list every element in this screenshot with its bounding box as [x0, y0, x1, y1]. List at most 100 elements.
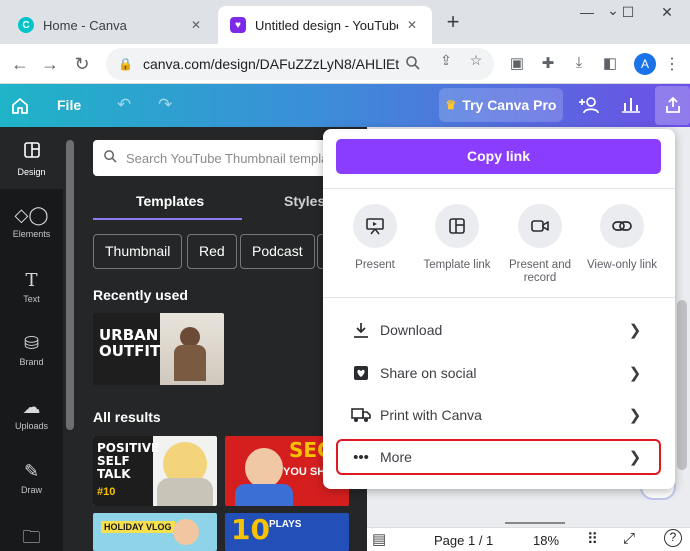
address-bar[interactable]: 🔒 canva.com/design/DAFuZZzLyN8/AHLlEt... [106, 48, 494, 80]
share-row-print-with-canva[interactable]: Print with Canva ❯ [336, 398, 661, 432]
close-tab-icon[interactable]: ✕ [188, 18, 204, 32]
share-option-template-link[interactable]: Template link [416, 204, 498, 272]
close-window-icon[interactable]: ✕ [652, 4, 682, 24]
tab-styles[interactable]: Styles [284, 193, 325, 209]
shapes-icon: ◇◯ [14, 205, 49, 225]
search-icon[interactable] [404, 55, 422, 73]
tab-home-canva[interactable]: C Home - Canva ✕ [6, 6, 216, 44]
thumb-title: HOLIDAY VLOG [101, 521, 175, 533]
redo-icon[interactable]: ↷ [158, 95, 172, 115]
forward-icon[interactable]: → [38, 52, 62, 76]
undo-icon[interactable]: ↶ [117, 95, 131, 115]
draw-icon: ✎ [23, 461, 40, 481]
browser-tabstrip: C Home - Canva ✕ ♥ Untitled design - You… [0, 0, 690, 44]
insights-chart-icon[interactable] [620, 95, 642, 117]
share-divider [323, 297, 675, 298]
thumb-title: URBAN OUTFIT [99, 326, 161, 360]
rail-label: Elements [12, 229, 51, 239]
filter-chip-red[interactable]: Red [187, 234, 237, 269]
record-icon [518, 204, 562, 248]
try-canva-pro-label: Try Canva Pro [462, 97, 557, 113]
side-panel-icon[interactable]: ◧ [600, 54, 620, 74]
fullscreen-icon[interactable]: ⤢ [623, 530, 635, 547]
rail-label: Brand [19, 357, 44, 367]
bookmark-star-icon[interactable]: ☆ [467, 52, 485, 70]
home-icon[interactable] [10, 96, 30, 116]
all-results-heading: All results [93, 409, 161, 425]
active-tab-indicator [93, 218, 242, 220]
share-row-share-on-social[interactable]: Share on social ❯ [336, 356, 661, 390]
share-button[interactable] [655, 86, 690, 125]
template-search-box[interactable] [93, 140, 333, 176]
filter-chip-podcast[interactable]: Podcast [240, 234, 315, 269]
try-canva-pro-button[interactable]: ♛ Try Canva Pro [439, 88, 563, 122]
option-label: Present and record [508, 259, 571, 284]
rail-item-folder[interactable]: 🗀 [0, 525, 63, 551]
add-people-icon[interactable] [579, 95, 601, 117]
screenshot-icon[interactable]: ▣ [507, 54, 527, 74]
panel-scrollbar-thumb[interactable] [66, 140, 74, 430]
zoom-level[interactable]: 18% [533, 533, 559, 548]
tab-untitled-design[interactable]: ♥ Untitled design - YouTube Th ✕ [218, 6, 432, 44]
link-icon [600, 204, 644, 248]
page-indicator[interactable]: Page 1 / 1 [434, 533, 493, 548]
template-thumb-plays[interactable]: 10 PLAYS [225, 513, 349, 551]
download-icon[interactable]: ⤓ [569, 54, 589, 74]
folder-icon: 🗀 [22, 527, 41, 547]
canvas-scrollbar[interactable] [677, 300, 687, 470]
template-search-input[interactable] [126, 150, 326, 166]
template-thumb-urban-outfit[interactable]: URBAN OUTFIT [93, 313, 224, 385]
rail-item-brand[interactable]: ⛁ Brand [0, 333, 63, 367]
heart-icon [350, 364, 372, 382]
download-icon [350, 321, 372, 339]
close-tab-icon[interactable]: ✕ [404, 18, 420, 32]
chevron-right-icon: ❯ [628, 322, 642, 339]
share-page-icon[interactable]: ⇪ [437, 52, 455, 70]
option-label: Template link [423, 259, 491, 271]
row-label: Share on social [380, 365, 477, 381]
share-option-present-and-record[interactable]: Present and record [499, 204, 581, 285]
rail-item-draw[interactable]: ✎ Draw [0, 461, 63, 495]
browser-menu-icon[interactable]: ⋮ [664, 54, 680, 74]
filter-chip-thumbnail[interactable]: Thumbnail [93, 234, 183, 269]
rail-item-text[interactable]: T Text [0, 270, 63, 304]
share-option-present[interactable]: Present [334, 204, 416, 272]
notes-icon[interactable]: ▤ [372, 530, 386, 548]
row-label: Download [380, 322, 443, 338]
help-button[interactable]: ? [664, 529, 682, 547]
url-text[interactable]: canva.com/design/DAFuZZzLyN8/AHLlEt... [143, 56, 399, 72]
tab-templates[interactable]: Templates [136, 193, 204, 209]
left-rail: Design ◇◯ Elements T Text ⛁ Brand ☁ Uplo… [0, 127, 63, 551]
chevron-right-icon: ❯ [628, 449, 642, 466]
copy-link-button[interactable]: Copy link [336, 139, 661, 174]
template-thumb-holiday-vlog[interactable]: HOLIDAY VLOG [93, 513, 217, 551]
chevron-right-icon: ❯ [628, 407, 642, 424]
template-icon [435, 204, 479, 248]
avatar[interactable]: A [634, 53, 656, 75]
extensions-puzzle-icon[interactable]: ✚ [538, 54, 558, 74]
minimize-icon[interactable]: — [572, 4, 602, 24]
status-bar: ▤ Page 1 / 1 18% ⠿ ⤢ ? [367, 522, 690, 551]
share-row-more[interactable]: ••• More ❯ [336, 439, 661, 475]
tab-title: Untitled design - YouTube Th [255, 17, 398, 33]
thumb-episode: #10 [97, 486, 116, 498]
file-menu[interactable]: File [57, 97, 81, 113]
share-option-view-only-link[interactable]: View-only link [581, 204, 663, 272]
maximize-icon[interactable]: ☐ [613, 4, 643, 24]
rail-item-design[interactable]: Design [0, 127, 63, 189]
rail-item-uploads[interactable]: ☁ Uploads [0, 397, 63, 431]
brand-icon: ⛁ [23, 333, 40, 353]
reload-icon[interactable]: ↻ [70, 52, 94, 76]
template-thumb-positive-self-talk[interactable]: POSITIVE SELF TALK #10 [93, 436, 217, 506]
row-label: More [380, 449, 412, 465]
new-tab-button[interactable]: + [441, 11, 465, 35]
more-icon: ••• [353, 448, 369, 466]
grid-view-icon[interactable]: ⠿ [587, 530, 598, 548]
share-divider [323, 188, 675, 189]
back-icon[interactable]: ← [8, 52, 32, 76]
share-row-download[interactable]: Download ❯ [336, 313, 661, 347]
model-photo [245, 448, 283, 488]
rail-item-elements[interactable]: ◇◯ Elements [0, 205, 63, 239]
chevron-right-icon: ❯ [628, 365, 642, 382]
zoom-slider[interactable] [505, 522, 565, 524]
